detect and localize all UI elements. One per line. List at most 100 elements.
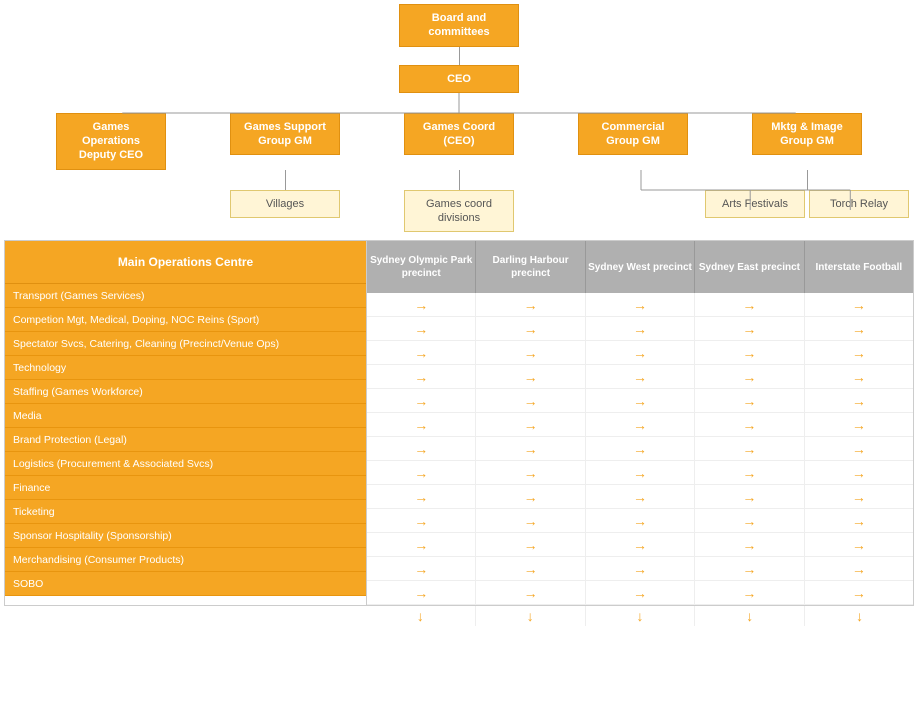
arrow-cell-11-2: → xyxy=(586,557,695,580)
arrow-cell-9-4: → xyxy=(805,509,913,532)
dept-node-0: Games Operations Deputy CEO xyxy=(52,113,170,170)
dept-box-1: Games Support Group GM xyxy=(230,113,340,156)
arrow-cell-6-1: → xyxy=(476,437,585,460)
arrow-row-9: →→→→→ xyxy=(367,509,913,533)
dept-node-3: Commercial Group GM xyxy=(574,113,692,170)
arrow-cell-0-1: → xyxy=(476,293,585,316)
arrow-cell-0-0: → xyxy=(367,293,476,316)
arrow-row-11: →→→→→ xyxy=(367,557,913,581)
arrow-cell-1-0: → xyxy=(367,317,476,340)
dept-box-3: Commercial Group GM xyxy=(578,113,688,156)
arrow-row-1: →→→→→ xyxy=(367,317,913,341)
label-row-12: SOBO xyxy=(5,572,366,596)
arrow-row-7: →→→→→ xyxy=(367,461,913,485)
arrow-cell-6-4: → xyxy=(805,437,913,460)
arrow-cell-10-1: → xyxy=(476,533,585,556)
arrow-cell-0-2: → xyxy=(586,293,695,316)
sub-box-torch: Torch Relay xyxy=(809,190,909,218)
arrow-cell-10-3: → xyxy=(695,533,804,556)
label-row-10: Sponsor Hospitality (Sponsorship) xyxy=(5,524,366,548)
down-arrow-2: ↓ xyxy=(586,606,696,626)
arrow-row-3: →→→→→ xyxy=(367,365,913,389)
dept-node-1: Games Support Group GM xyxy=(226,113,344,170)
right-section: Sydney Olympic Park precinctDarling Harb… xyxy=(367,241,913,605)
precinct-header-0: Sydney Olympic Park precinct xyxy=(367,241,476,293)
arrow-cell-4-1: → xyxy=(476,389,585,412)
arrow-cell-11-1: → xyxy=(476,557,585,580)
arrow-cell-6-3: → xyxy=(695,437,804,460)
board-box: Board and committees xyxy=(399,4,519,47)
arrow-cell-5-3: → xyxy=(695,413,804,436)
arrow-cell-12-1: → xyxy=(476,581,585,604)
arrow-cell-8-1: → xyxy=(476,485,585,508)
arrow-cell-9-2: → xyxy=(586,509,695,532)
arrow-cell-2-4: → xyxy=(805,341,913,364)
arrow-cell-8-2: → xyxy=(586,485,695,508)
arrow-cell-7-0: → xyxy=(367,461,476,484)
arrow-cell-7-4: → xyxy=(805,461,913,484)
arrow-cell-6-2: → xyxy=(586,437,695,460)
arrow-cell-4-2: → xyxy=(586,389,695,412)
arrow-cell-3-3: → xyxy=(695,365,804,388)
arrow-cell-8-3: → xyxy=(695,485,804,508)
arrow-cell-4-0: → xyxy=(367,389,476,412)
arrow-cell-10-4: → xyxy=(805,533,913,556)
arrow-cell-11-3: → xyxy=(695,557,804,580)
arrow-cell-5-1: → xyxy=(476,413,585,436)
sub-node-gamescoord: Games coord divisions xyxy=(404,170,514,233)
arrow-cell-4-3: → xyxy=(695,389,804,412)
arrow-cell-2-0: → xyxy=(367,341,476,364)
label-rows: Transport (Games Services)Competion Mgt,… xyxy=(5,284,366,596)
arrow-cell-5-0: → xyxy=(367,413,476,436)
arrow-rows: →→→→→→→→→→→→→→→→→→→→→→→→→→→→→→→→→→→→→→→→… xyxy=(367,293,913,605)
arrow-cell-9-3: → xyxy=(695,509,804,532)
arrow-cell-3-2: → xyxy=(586,365,695,388)
arrow-cell-3-0: → xyxy=(367,365,476,388)
arrow-cell-0-3: → xyxy=(695,293,804,316)
down-arrow-1: ↓ xyxy=(476,606,586,626)
dept-row-container: Games Operations Deputy CEO Games Suppor… xyxy=(4,113,914,170)
arrow-cell-12-2: → xyxy=(586,581,695,604)
precinct-header-2: Sydney West precinct xyxy=(586,241,695,293)
sub-spacer-0 xyxy=(56,170,166,233)
arrow-cell-7-1: → xyxy=(476,461,585,484)
arrow-row-12: →→→→→ xyxy=(367,581,913,605)
left-labels: Main Operations Centre Transport (Games … xyxy=(5,241,367,605)
label-row-8: Finance xyxy=(5,476,366,500)
arrow-cell-8-0: → xyxy=(367,485,476,508)
label-row-7: Logistics (Procurement & Associated Svcs… xyxy=(5,452,366,476)
label-row-0: Transport (Games Services) xyxy=(5,284,366,308)
arrow-cell-7-3: → xyxy=(695,461,804,484)
down-arrows-row: ↓↓↓↓↓ xyxy=(366,606,914,626)
precinct-header-1: Darling Harbour precinct xyxy=(476,241,585,293)
precinct-header-3: Sydney East precinct xyxy=(695,241,804,293)
label-row-2: Spectator Svcs, Catering, Cleaning (Prec… xyxy=(5,332,366,356)
sub-spacer-3 xyxy=(578,170,688,233)
dept-node-2: Games Coord (CEO) xyxy=(400,113,518,170)
arrow-cell-0-4: → xyxy=(805,293,913,316)
arrow-cell-1-4: → xyxy=(805,317,913,340)
label-row-1: Competion Mgt, Medical, Doping, NOC Rein… xyxy=(5,308,366,332)
arrow-row-0: →→→→→ xyxy=(367,293,913,317)
arrow-cell-4-4: → xyxy=(805,389,913,412)
label-row-3: Technology xyxy=(5,356,366,380)
sub-node-arts: Arts Festivals Torch Relay xyxy=(752,170,862,233)
arrow-cell-3-1: → xyxy=(476,365,585,388)
arrow-cell-10-0: → xyxy=(367,533,476,556)
down-arrow-0: ↓ xyxy=(366,606,476,626)
arrow-cell-7-2: → xyxy=(586,461,695,484)
arrow-cell-1-2: → xyxy=(586,317,695,340)
arrow-row-8: →→→→→ xyxy=(367,485,913,509)
dept-box-4: Mktg & Image Group GM xyxy=(752,113,862,156)
sub-node-villages: Villages xyxy=(230,170,340,233)
arrow-row-6: →→→→→ xyxy=(367,437,913,461)
down-arrow-3: ↓ xyxy=(695,606,805,626)
precinct-headers: Sydney Olympic Park precinctDarling Harb… xyxy=(367,241,913,293)
org-chart: Board and committees CEO Games Operation… xyxy=(4,4,914,232)
arrow-cell-1-1: → xyxy=(476,317,585,340)
arrow-cell-3-4: → xyxy=(805,365,913,388)
arrow-row-10: →→→→→ xyxy=(367,533,913,557)
arrow-cell-12-0: → xyxy=(367,581,476,604)
arrow-cell-11-0: → xyxy=(367,557,476,580)
ceo-box: CEO xyxy=(399,65,519,93)
